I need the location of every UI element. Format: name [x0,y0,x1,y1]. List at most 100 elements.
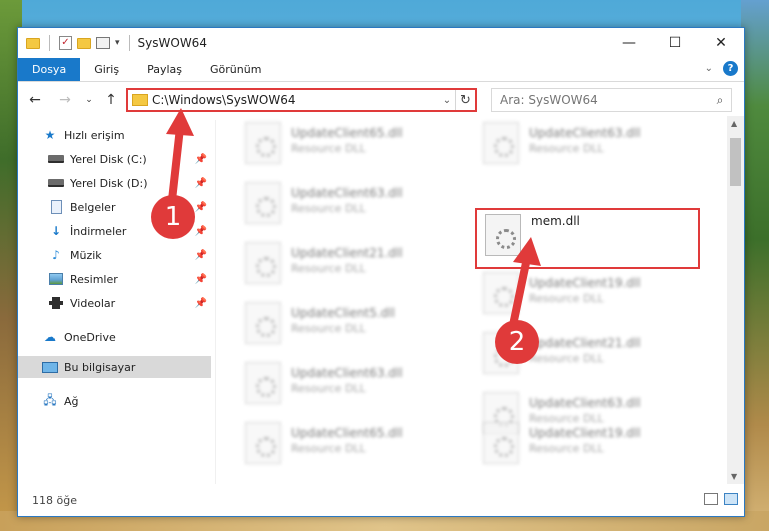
file-item[interactable]: UpdateClient63.dll Resource DLL [237,182,467,232]
file-name: UpdateClient21.dll [291,246,403,260]
dll-file-icon [245,242,281,284]
dll-file-icon [245,122,281,164]
new-folder-icon[interactable] [77,37,91,49]
document-icon [48,200,64,214]
file-item[interactable]: UpdateClient63.dll Resource DLL [237,362,467,412]
sidebar-item-quick-access[interactable]: ★ Hızlı erişim [18,124,211,146]
maximize-button[interactable]: ☐ [652,28,698,58]
customize-toolbar-dropdown-icon[interactable]: ▾ [115,38,120,48]
file-item[interactable]: UpdateClient65.dll Resource DLL [237,422,467,472]
properties-icon[interactable] [96,37,110,49]
status-bar: 118 öğe [18,484,744,516]
title-bar: ✓ ▾ SysWOW64 — ☐ ✕ [18,28,744,58]
large-icons-view-icon[interactable] [724,493,738,505]
computer-icon [42,360,58,374]
navigation-pane: ★ Hızlı erişim Yerel Disk (C:) 📌 Yerel D… [18,120,211,484]
search-box[interactable]: ⌕ [491,88,732,112]
sidebar-item-label: Hızlı erişim [64,128,125,142]
window-controls: — ☐ ✕ [606,28,744,58]
file-item[interactable]: UpdateClient19.dll Resource DLL [475,422,705,472]
scroll-up-arrow-icon[interactable]: ▲ [731,119,737,128]
pin-icon[interactable]: 📌 [195,154,207,165]
file-type: Resource DLL [291,382,366,395]
pane-divider[interactable] [215,120,216,484]
file-name: UpdateClient63.dll [291,366,403,380]
sidebar-item-pictures[interactable]: Resimler 📌 [18,268,211,290]
tab-file[interactable]: Dosya [18,58,81,81]
sidebar-item-label: OneDrive [64,330,116,344]
pin-icon[interactable]: 📌 [195,226,207,237]
pin-icon[interactable]: 📌 [195,178,207,189]
back-button[interactable]: ← [26,90,44,110]
refresh-icon[interactable]: ↻ [455,90,475,110]
sidebar-item-this-pc[interactable]: Bu bilgisayar [18,356,211,378]
file-type: Resource DLL [291,322,366,335]
file-item[interactable]: UpdateClient19.dll Resource DLL [475,272,705,322]
file-item[interactable]: UpdateClient5.dll Resource DLL [237,302,467,352]
file-type: Resource DLL [291,442,366,455]
cloud-icon: ☁ [44,330,56,344]
scroll-down-arrow-icon[interactable]: ▼ [731,472,737,481]
file-name: UpdateClient65.dll [291,126,403,140]
address-path[interactable]: C:\Windows\SysWOW64 [152,93,439,107]
sidebar-item-local-disk-d[interactable]: Yerel Disk (D:) 📌 [18,172,211,194]
pin-icon[interactable]: 📌 [195,202,207,213]
file-name: UpdateClient65.dll [291,426,403,440]
tab-view[interactable]: Görünüm [196,58,275,81]
file-type: Resource DLL [291,202,366,215]
file-name: UpdateClient21.dll [529,336,641,350]
properties-check-icon[interactable]: ✓ [59,36,72,50]
dll-file-icon [483,422,519,464]
help-icon[interactable]: ? [723,61,738,76]
pictures-icon [48,272,64,286]
sidebar-item-label: Müzik [70,248,102,262]
vertical-scrollbar[interactable]: ▲ ▼ [727,116,744,484]
file-name: UpdateClient63.dll [529,396,641,410]
toolbar-separator [49,35,50,51]
file-type: Resource DLL [291,142,366,155]
file-item[interactable]: UpdateClient63.dll Resource DLL [475,122,705,172]
sidebar-item-label: İndirmeler [70,224,127,238]
sidebar-item-local-disk-c[interactable]: Yerel Disk (C:) 📌 [18,148,211,170]
file-item[interactable]: UpdateClient21.dll Resource DLL [237,242,467,292]
expand-ribbon-chevron-icon[interactable]: ⌄ [705,63,713,74]
file-name: UpdateClient5.dll [291,306,395,320]
minimize-button[interactable]: — [606,28,652,58]
scrollbar-thumb[interactable] [730,138,741,186]
file-item-mem-dll[interactable]: mem.dll [475,208,700,269]
tab-share[interactable]: Paylaş [133,58,196,81]
details-view-icon[interactable] [704,493,718,505]
pin-icon[interactable]: 📌 [195,274,207,285]
pin-icon[interactable]: 📌 [195,298,207,309]
file-name: mem.dll [531,214,580,228]
address-bar[interactable]: C:\Windows\SysWOW64 ⌄ ↻ [126,88,477,112]
sidebar-item-network[interactable]: 🖧 Ağ [18,390,211,412]
search-icon[interactable]: ⌕ [709,93,731,108]
close-button[interactable]: ✕ [698,28,744,58]
music-icon: ♪ [52,248,60,262]
view-buttons [704,493,738,505]
sidebar-item-label: Resimler [70,272,118,286]
tab-home[interactable]: Giriş [80,58,133,81]
forward-button[interactable]: → [56,90,74,110]
item-count: 118 öğe [32,493,77,507]
sidebar-item-onedrive[interactable]: ☁ OneDrive [18,326,211,348]
dll-file-icon [483,272,519,314]
download-icon: ↓ [50,224,62,238]
up-button[interactable]: ↑ [102,90,120,110]
drive-icon [48,152,64,166]
sidebar-item-music[interactable]: ♪ Müzik 📌 [18,244,211,266]
quick-access-toolbar: ✓ ▾ [18,35,134,51]
ribbon-right-controls: ⌄ ? [705,61,738,76]
dll-file-icon [485,214,521,256]
annotation-badge-2: 2 [495,320,539,364]
file-name: UpdateClient19.dll [529,276,641,290]
explorer-window: ✓ ▾ SysWOW64 — ☐ ✕ Dosya Giriş Paylaş Gö… [17,27,745,517]
sidebar-item-videos[interactable]: Videolar 📌 [18,292,211,314]
address-dropdown-chevron-icon[interactable]: ⌄ [439,95,455,106]
file-item[interactable]: UpdateClient65.dll Resource DLL [237,122,467,172]
recent-locations-chevron-icon[interactable]: ⌄ [80,90,98,110]
dll-file-icon [245,182,281,224]
search-input[interactable] [500,93,709,107]
pin-icon[interactable]: 📌 [195,250,207,261]
